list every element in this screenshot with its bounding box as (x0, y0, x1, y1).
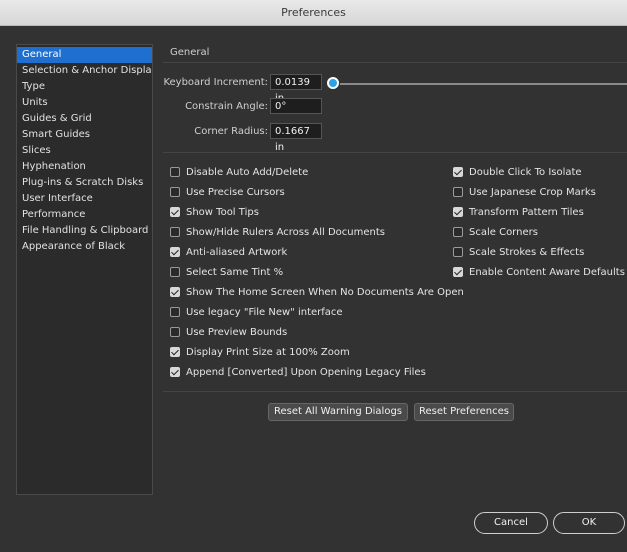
keyboard-increment-label: Keyboard Increment: (163, 77, 268, 88)
option-label: Use legacy "File New" interface (186, 306, 343, 318)
checkbox[interactable] (453, 247, 463, 257)
option-show-home-screen[interactable]: Show The Home Screen When No Documents A… (170, 284, 464, 300)
title-bar: Preferences (0, 0, 627, 26)
option-label: Show The Home Screen When No Documents A… (186, 286, 464, 298)
option-use-preview-bounds[interactable]: Use Preview Bounds (170, 324, 287, 340)
sidebar-item-file-handling-clipboard[interactable]: File Handling & Clipboard (17, 223, 152, 239)
option-scale-strokes-effects[interactable]: Scale Strokes & Effects (453, 244, 584, 260)
checkbox[interactable] (453, 187, 463, 197)
checkbox[interactable] (453, 167, 463, 177)
sidebar-item-units[interactable]: Units (17, 95, 152, 111)
option-label: Disable Auto Add/Delete (186, 166, 309, 178)
checkbox[interactable] (170, 327, 180, 337)
option-label: Show/Hide Rulers Across All Documents (186, 226, 385, 238)
sidebar-item-type[interactable]: Type (17, 79, 152, 95)
window-title: Preferences (281, 6, 346, 19)
reset-preferences-button[interactable]: Reset Preferences (414, 403, 514, 421)
sidebar-item-slices[interactable]: Slices (17, 143, 152, 159)
option-label: Use Japanese Crop Marks (469, 186, 596, 198)
option-use-japanese-crop-marks[interactable]: Use Japanese Crop Marks (453, 184, 596, 200)
checkbox[interactable] (453, 207, 463, 217)
option-label: Scale Strokes & Effects (469, 246, 585, 258)
reset-warning-dialogs-button[interactable]: Reset All Warning Dialogs (268, 403, 408, 421)
keyboard-increment-slider-thumb[interactable] (327, 77, 339, 89)
option-use-legacy-file-new[interactable]: Use legacy "File New" interface (170, 304, 343, 320)
option-label: Anti-aliased Artwork (186, 246, 288, 258)
constrain-angle-field[interactable]: 0° (270, 98, 322, 114)
option-enable-content-aware-defaults[interactable]: Enable Content Aware Defaults (453, 264, 625, 280)
keyboard-increment-row: Keyboard Increment: (160, 74, 268, 92)
option-scale-corners[interactable]: Scale Corners (453, 224, 538, 240)
sidebar-item-user-interface[interactable]: User Interface (17, 191, 152, 207)
section-title: General (170, 47, 210, 58)
constrain-angle-row: Constrain Angle: (160, 98, 268, 116)
checkbox[interactable] (170, 287, 180, 297)
option-label: Show Tool Tips (186, 206, 259, 218)
option-label: Use Precise Cursors (186, 186, 285, 198)
sidebar-item-appearance-of-black[interactable]: Appearance of Black (17, 239, 152, 255)
sidebar-item-guides-grid[interactable]: Guides & Grid (17, 111, 152, 127)
sidebar-item-smart-guides[interactable]: Smart Guides (17, 127, 152, 143)
option-label: Use Preview Bounds (186, 326, 288, 338)
checkbox[interactable] (170, 227, 180, 237)
checkbox[interactable] (170, 367, 180, 377)
sidebar-item-hyphenation[interactable]: Hyphenation (17, 159, 152, 175)
corner-radius-row: Corner Radius: (160, 123, 268, 141)
option-transform-pattern-tiles[interactable]: Transform Pattern Tiles (453, 204, 584, 220)
option-label: Display Print Size at 100% Zoom (186, 346, 350, 358)
option-select-same-tint[interactable]: Select Same Tint % (170, 264, 283, 280)
option-label: Enable Content Aware Defaults (469, 266, 625, 278)
option-anti-aliased-artwork[interactable]: Anti-aliased Artwork (170, 244, 287, 260)
checkbox[interactable] (170, 347, 180, 357)
cancel-button[interactable]: Cancel (474, 512, 548, 534)
option-display-print-size[interactable]: Display Print Size at 100% Zoom (170, 344, 350, 360)
sidebar-item-performance[interactable]: Performance (17, 207, 152, 223)
option-label: Append [Converted] Upon Opening Legacy F… (186, 366, 426, 378)
option-label: Double Click To Isolate (469, 166, 582, 178)
checkbox[interactable] (170, 267, 180, 277)
sidebar-item-general[interactable]: General (17, 47, 152, 63)
option-double-click-to-isolate[interactable]: Double Click To Isolate (453, 164, 582, 180)
option-show-hide-rulers[interactable]: Show/Hide Rulers Across All Documents (170, 224, 385, 240)
option-show-tool-tips[interactable]: Show Tool Tips (170, 204, 259, 220)
option-label: Scale Corners (469, 226, 538, 238)
option-use-precise-cursors[interactable]: Use Precise Cursors (170, 184, 285, 200)
constrain-angle-label: Constrain Angle: (185, 101, 268, 112)
checkbox[interactable] (453, 267, 463, 277)
options-divider (163, 391, 627, 392)
option-append-converted[interactable]: Append [Converted] Upon Opening Legacy F… (170, 364, 426, 380)
keyboard-increment-slider-track[interactable] (340, 83, 627, 85)
corner-radius-field[interactable]: 0.1667 in (270, 123, 322, 153)
ok-button[interactable]: OK (553, 512, 625, 534)
keyboard-increment-field[interactable]: 0.0139 in (270, 74, 322, 104)
corner-radius-label: Corner Radius: (194, 126, 268, 137)
sidebar-item-plugins-scratch-disks[interactable]: Plug-ins & Scratch Disks (17, 175, 152, 191)
checkbox[interactable] (170, 207, 180, 217)
checkbox[interactable] (453, 227, 463, 237)
checkbox[interactable] (170, 307, 180, 317)
checkbox[interactable] (170, 187, 180, 197)
fields-divider (163, 152, 627, 153)
checkbox[interactable] (170, 247, 180, 257)
option-disable-auto-add-delete[interactable]: Disable Auto Add/Delete (170, 164, 308, 180)
option-label: Transform Pattern Tiles (469, 206, 584, 218)
preferences-sidebar: General Selection & Anchor Display Type … (16, 44, 153, 495)
option-label: Select Same Tint % (186, 266, 284, 278)
checkbox[interactable] (170, 167, 180, 177)
header-divider (163, 62, 627, 63)
sidebar-item-selection-anchor-display[interactable]: Selection & Anchor Display (17, 63, 152, 79)
